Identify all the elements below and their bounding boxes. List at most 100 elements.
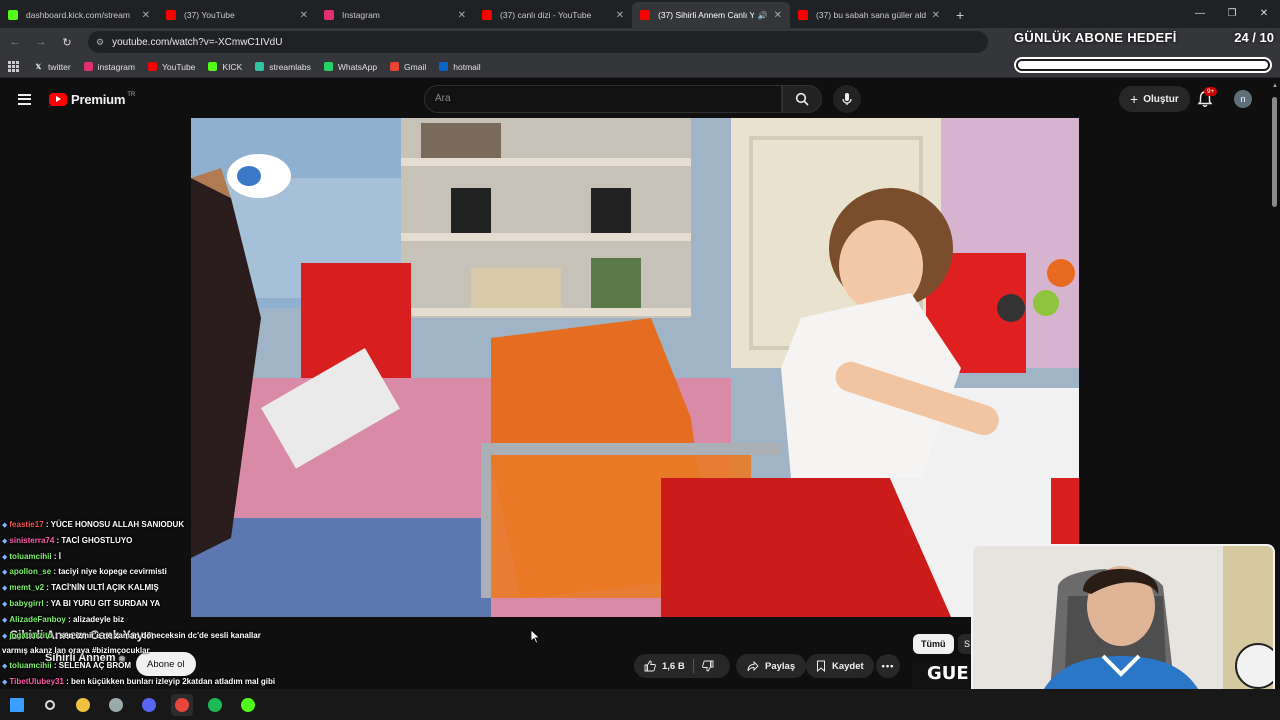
hamburger-menu-icon[interactable] (18, 91, 31, 107)
like-button[interactable]: 1,6 B (644, 660, 685, 672)
save-button[interactable]: Kaydet (806, 654, 874, 678)
spotify-icon[interactable] (204, 694, 226, 716)
youtube-icon (482, 10, 492, 20)
chat-message: ◆ toluamcihii : SELENA AÇ BROM (2, 659, 292, 675)
site-info-icon[interactable]: ⚙ (96, 37, 104, 48)
voice-search-button[interactable] (833, 85, 861, 113)
bookmark-twitter[interactable]: 𝕏twitter (34, 62, 71, 72)
dislike-button[interactable] (701, 660, 714, 672)
chat-badge-icon: ◆ (2, 569, 8, 577)
bookmark-hotmail[interactable]: hotmail (439, 62, 481, 72)
file-explorer-icon[interactable] (72, 694, 94, 716)
chat-message: varmış akanz lan oraya #bizimçocuklar (2, 644, 292, 659)
close-tab-icon[interactable]: ✕ (458, 10, 466, 21)
goal-progress-fill (1018, 61, 1268, 69)
close-tab-icon[interactable]: ✕ (616, 10, 624, 21)
youtube-header: Premium TR Ara + Oluştur 9+ n (0, 79, 1270, 119)
recommended-thumbnail[interactable]: GUE (913, 660, 973, 690)
close-tab-icon[interactable]: ✕ (142, 10, 150, 21)
account-avatar[interactable]: n (1234, 90, 1252, 108)
create-button[interactable]: + Oluştur (1119, 86, 1190, 112)
youtube-premium-logo[interactable]: Premium TR (49, 92, 135, 107)
bookmark-instagram[interactable]: instagram (83, 62, 135, 72)
chat-badge-icon: ◆ (2, 600, 8, 608)
tab-audio-icon[interactable]: 🔊 (758, 11, 768, 20)
video-player[interactable] (191, 118, 1079, 617)
chrome-icon[interactable] (171, 693, 193, 716)
chat-username: toluamcihii (9, 551, 52, 561)
thumbnail-text: GUE (927, 663, 969, 684)
search-button[interactable] (782, 85, 822, 113)
tab-title: dashboard.kick.com/stream (26, 10, 130, 20)
chat-badge-icon: ◆ (2, 663, 8, 671)
browser-tab[interactable]: (37) Sihirli Annem Canlı Yayı 🔊 ✕ (632, 2, 790, 28)
chat-message: ◆ apollon_se : taciyi niye kopege cevirmi… (2, 565, 292, 581)
chat-badge-icon: ◆ (2, 616, 8, 624)
chat-text: varmış akanz lan oraya #bizimçocuklar (2, 646, 150, 656)
video-frame-image (191, 118, 1079, 617)
logo-country: TR (127, 92, 136, 98)
like-count: 1,6 B (662, 660, 685, 672)
close-window-button[interactable]: ✕ (1248, 0, 1280, 28)
minimize-button[interactable]: — (1184, 0, 1216, 28)
bookmark-label: KICK (222, 61, 243, 72)
reload-button[interactable]: ↻ (56, 36, 78, 49)
close-tab-icon[interactable]: ✕ (300, 10, 308, 21)
chat-username: babygirrl (9, 598, 44, 608)
new-tab-button[interactable]: + (956, 2, 964, 28)
browser-tab[interactable]: (37) bu sabah sana güller aldım ✕ (790, 2, 948, 28)
gmail-icon (390, 62, 400, 71)
thumbs-up-icon (644, 660, 656, 672)
chat-text: : İ (51, 551, 61, 561)
discord-icon[interactable] (138, 694, 160, 716)
search-input[interactable]: Ara (424, 85, 782, 113)
chat-badge-icon: ◆ (2, 585, 8, 593)
share-button[interactable]: Paylaş (736, 654, 807, 678)
close-tab-icon[interactable]: ✕ (774, 10, 782, 21)
browser-tab[interactable]: (37) YouTube ✕ (158, 2, 316, 28)
chat-message: ◆ feastie17 : YÜCE HONOSU ALLAH SANIODUK (2, 518, 292, 534)
chat-text: : sen izmir'e ne zaman döneceksin dc'de … (52, 630, 261, 640)
chip-next[interactable]: S (958, 634, 972, 654)
apps-grid-icon[interactable] (8, 60, 20, 73)
chat-overlay: ◆ feastie17 : YÜCE HONOSU ALLAH SANIODUK ◆… (2, 518, 292, 706)
goal-progress-bar (1014, 57, 1272, 73)
browser-tab[interactable]: Instagram ✕ (316, 2, 474, 28)
bookmark-streamlabs[interactable]: streamlabs (255, 62, 311, 72)
chat-message: ◆ jogaburzito : sen izmir'e ne zaman döne… (2, 629, 292, 645)
forward-button[interactable]: → (30, 36, 52, 48)
chip-all[interactable]: Tümü (913, 634, 954, 654)
bookmark-kick[interactable]: KICK (208, 62, 242, 72)
chat-username: jogaburzito (9, 630, 53, 640)
bookmark-gmail[interactable]: Gmail (390, 62, 426, 72)
bookmark-whatsapp[interactable]: WhatsApp (323, 62, 377, 72)
subscriber-goal-overlay: GÜNLÜK ABONE HEDEFİ 24 / 10 (1014, 30, 1276, 73)
outlook-icon (439, 62, 449, 71)
more-actions-button[interactable]: ••• (876, 654, 900, 678)
chat-text: : YA BI YURU GIT SURDAN YA (43, 598, 161, 608)
search-icon[interactable] (39, 694, 61, 716)
app-icon[interactable] (105, 694, 127, 716)
kick-icon[interactable] (237, 694, 259, 716)
browser-tab[interactable]: (37) canlı dizi - YouTube ✕ (474, 2, 632, 28)
chat-badge-icon: ◆ (2, 678, 8, 686)
tab-title: Instagram (342, 10, 380, 20)
windows-icon[interactable] (6, 694, 28, 716)
scrollbar-thumb[interactable] (1272, 97, 1277, 207)
browser-tab[interactable]: dashboard.kick.com/stream ✕ (0, 2, 158, 28)
instagram-icon (324, 10, 334, 20)
chat-text: : alizadeyle biz (65, 614, 125, 624)
maximize-button[interactable]: ❐ (1216, 0, 1248, 28)
close-tab-icon[interactable]: ✕ (932, 10, 940, 21)
tab-title: (37) Sihirli Annem Canlı Yayı (658, 10, 754, 20)
chat-message: ◆ babygirrl : YA BI YURU GIT SURDAN YA (2, 597, 292, 613)
save-label: Kaydet (832, 660, 864, 672)
back-button[interactable]: ← (4, 36, 26, 48)
url-input[interactable]: ⚙ youtube.com/watch?v=-XCmwC1IVdU (88, 31, 988, 53)
chat-username: feastie17 (9, 520, 44, 529)
bookmark-youtube[interactable]: YouTube (148, 62, 195, 72)
plus-icon: + (1130, 91, 1139, 107)
chat-badge-icon: ◆ (2, 537, 8, 545)
chat-message: ◆ sinisterra74 : TACİ GHOSTLUYO (2, 534, 292, 550)
scroll-up-icon[interactable]: ▲ (1272, 83, 1278, 89)
